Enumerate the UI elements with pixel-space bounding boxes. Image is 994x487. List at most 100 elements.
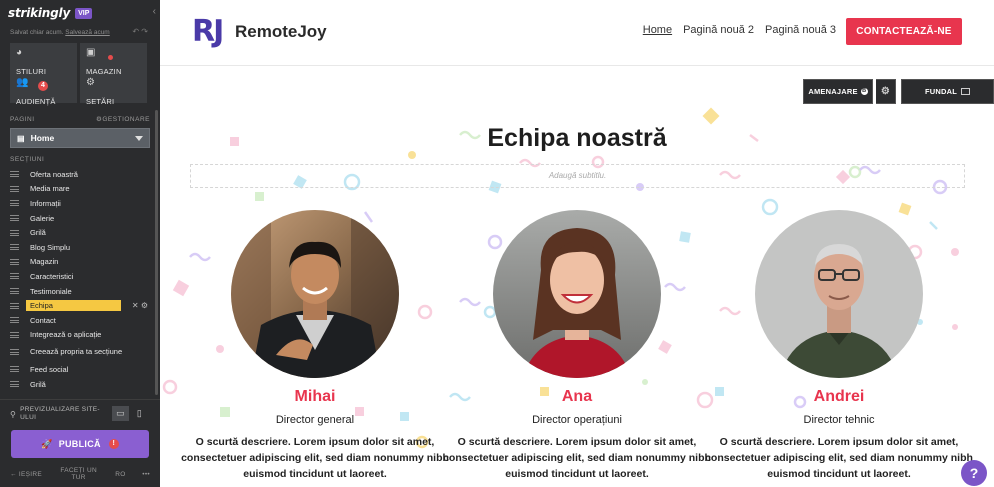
manage-pages-button[interactable]: ⚙GESTIONARE — [96, 114, 150, 125]
section-item[interactable]: Informații — [10, 196, 150, 211]
drag-handle-icon[interactable] — [10, 273, 19, 280]
editor-sidebar: strikingly VIP ‹ Salvat chiar acum. Salv… — [0, 0, 160, 487]
contact-cta-button[interactable]: CONTACTEAZĂ-NE — [846, 18, 962, 45]
save-now-link[interactable]: Salvează acum — [65, 29, 109, 36]
collapse-sidebar-icon[interactable]: ‹ — [153, 6, 156, 17]
nav-link[interactable]: Home — [643, 24, 672, 36]
section-item[interactable]: Blog Simplu — [10, 240, 150, 255]
tile-store[interactable]: ▣ MAGAZIN — [86, 47, 141, 77]
member-name[interactable]: Andrei — [704, 388, 974, 408]
drag-handle-icon[interactable] — [10, 229, 19, 236]
nav-link[interactable]: Pagină nouă 3 — [765, 24, 836, 36]
language-select[interactable]: RO — [115, 471, 125, 478]
member-role[interactable]: Director general — [180, 414, 450, 428]
background-button[interactable]: FUNDAL — [901, 79, 994, 104]
drag-handle-icon[interactable] — [10, 185, 19, 192]
section-gear-icon[interactable]: ⚙ — [141, 301, 148, 310]
layout-badge: B — [860, 88, 868, 95]
undo-redo-icons[interactable]: ↶ ↷ — [132, 27, 148, 36]
sidebar-footer: ⚲ PREVIZUALIZARE SITE-ULUI ▭ ▯ 🚀 PUBLICĂ… — [0, 399, 160, 487]
drag-handle-icon[interactable] — [10, 200, 19, 207]
gear-icon: ⚙ — [86, 77, 95, 88]
help-button[interactable]: ? — [961, 460, 987, 486]
section-item[interactable]: Testimoniale — [10, 284, 150, 299]
more-menu-button[interactable]: ••• — [142, 471, 150, 478]
member-role[interactable]: Director operațiuni — [442, 414, 712, 428]
section-item-label: Informații — [30, 198, 61, 208]
section-item-label: Grilă — [30, 228, 46, 238]
drag-handle-icon[interactable] — [10, 317, 19, 324]
member-description[interactable]: O scurtă descriere. Lorem ipsum dolor si… — [180, 434, 450, 482]
section-item-label: Testimoniale — [30, 286, 72, 296]
section-item-label: Echipa — [26, 300, 121, 312]
nav-link[interactable]: Pagină nouă 2 — [683, 24, 754, 36]
drag-handle-icon[interactable] — [10, 331, 19, 338]
section-item-label: Integrează o aplicație — [30, 330, 102, 340]
sidebar-tiles: ◕ STILURI 👥 4 AUDIENȚĂ ▣ MAGAZIN ⚙ SETĂR… — [0, 43, 160, 106]
subtitle-placeholder[interactable]: Adaugă subtitlu. — [190, 164, 965, 188]
drag-handle-icon[interactable] — [10, 171, 19, 178]
section-item[interactable]: Oferta noastră — [10, 167, 150, 182]
section-item[interactable]: Feed social — [10, 362, 150, 377]
avatar[interactable] — [755, 210, 923, 378]
member-role[interactable]: Director tehnic — [704, 414, 974, 428]
sections-list: Oferta noastră Media mare Informații Galeri… — [0, 167, 160, 391]
current-page-value: Home — [30, 133, 55, 143]
section-item[interactable]: Media mare — [10, 182, 150, 197]
section-item[interactable]: Echipa ✕ ⚙ — [10, 298, 150, 313]
sidebar-footer-links: ← IEȘIRE FACEȚI UN TUR RO ••• — [0, 467, 160, 481]
section-item-label: Media mare — [30, 184, 70, 194]
avatar-photo-mihai — [231, 210, 399, 378]
section-item[interactable]: Galerie — [10, 211, 150, 226]
section-item-label: Creează propria ta secțiune — [30, 347, 123, 357]
site-preview: RJ RemoteJoy Home Pagină nouă 2 Pagină nou… — [160, 0, 994, 487]
member-name[interactable]: Ana — [442, 388, 712, 408]
section-settings-gear-icon[interactable]: ⚙ — [876, 79, 896, 104]
exit-button[interactable]: ← IEȘIRE — [10, 471, 42, 478]
publish-button[interactable]: 🚀 PUBLICĂ ! — [11, 430, 149, 458]
section-item[interactable]: Creează propria ta secțiune — [10, 342, 150, 362]
avatar[interactable] — [231, 210, 399, 378]
tile-styles-label: STILURI — [16, 67, 47, 76]
member-name[interactable]: Mihai — [180, 388, 450, 408]
section-item[interactable]: Integrează o aplicație — [10, 328, 150, 343]
member-description[interactable]: O scurtă descriere. Lorem ipsum dolor si… — [442, 434, 712, 482]
desktop-preview-icon[interactable]: ▭ — [112, 406, 129, 421]
section-edit-toolbar: AMENAJARE B ⚙ FUNDAL — [803, 79, 994, 104]
manage-label: GESTIONARE — [102, 116, 150, 123]
delete-section-icon[interactable]: ✕ — [132, 301, 141, 310]
section-item-label: Magazin — [30, 257, 59, 267]
drag-handle-icon[interactable] — [10, 288, 19, 295]
mobile-preview-icon[interactable]: ▯ — [131, 406, 148, 421]
section-item[interactable]: Contact — [10, 313, 150, 328]
drag-handle-icon[interactable] — [10, 381, 19, 388]
tour-link[interactable]: FACEȚI UN TUR — [59, 467, 99, 481]
section-item[interactable]: Magazin — [10, 255, 150, 270]
section-item[interactable]: Caracteristici — [10, 269, 150, 284]
tile-settings[interactable]: ⚙ SETĂRI — [86, 77, 141, 107]
drag-handle-icon[interactable] — [10, 366, 19, 373]
tile-audience[interactable]: 👥 4 AUDIENȚĂ — [16, 77, 71, 107]
drag-handle-icon[interactable] — [10, 244, 19, 251]
vip-badge: VIP — [75, 7, 93, 19]
avatar-photo-andrei — [755, 210, 923, 378]
section-item[interactable]: Grilă — [10, 225, 150, 240]
drag-handle-icon[interactable] — [10, 215, 19, 222]
section-item[interactable]: Grilă — [10, 377, 150, 392]
sidebar-header: strikingly VIP ‹ — [0, 0, 160, 26]
layout-button[interactable]: AMENAJARE B — [803, 79, 873, 104]
drag-handle-icon[interactable] — [10, 349, 19, 356]
brand-name[interactable]: RemoteJoy — [235, 20, 327, 44]
brand-logo-mark[interactable]: RJ — [192, 12, 224, 52]
drag-handle-icon[interactable] — [10, 258, 19, 265]
preview-site-label[interactable]: PREVIZUALIZARE SITE-ULUI — [20, 406, 110, 422]
section-item-label: Feed social — [30, 364, 69, 374]
rocket-icon: 🚀 — [41, 438, 53, 449]
page-select[interactable]: ▤ Home — [10, 128, 150, 148]
avatar[interactable] — [493, 210, 661, 378]
drag-handle-icon[interactable] — [10, 302, 19, 309]
section-title[interactable]: Echipa noastră — [160, 124, 994, 153]
tile-styles[interactable]: ◕ STILURI — [16, 47, 71, 77]
member-description[interactable]: O scurtă descriere. Lorem ipsum dolor si… — [704, 434, 974, 482]
sidebar-scrollbar[interactable] — [155, 110, 158, 395]
